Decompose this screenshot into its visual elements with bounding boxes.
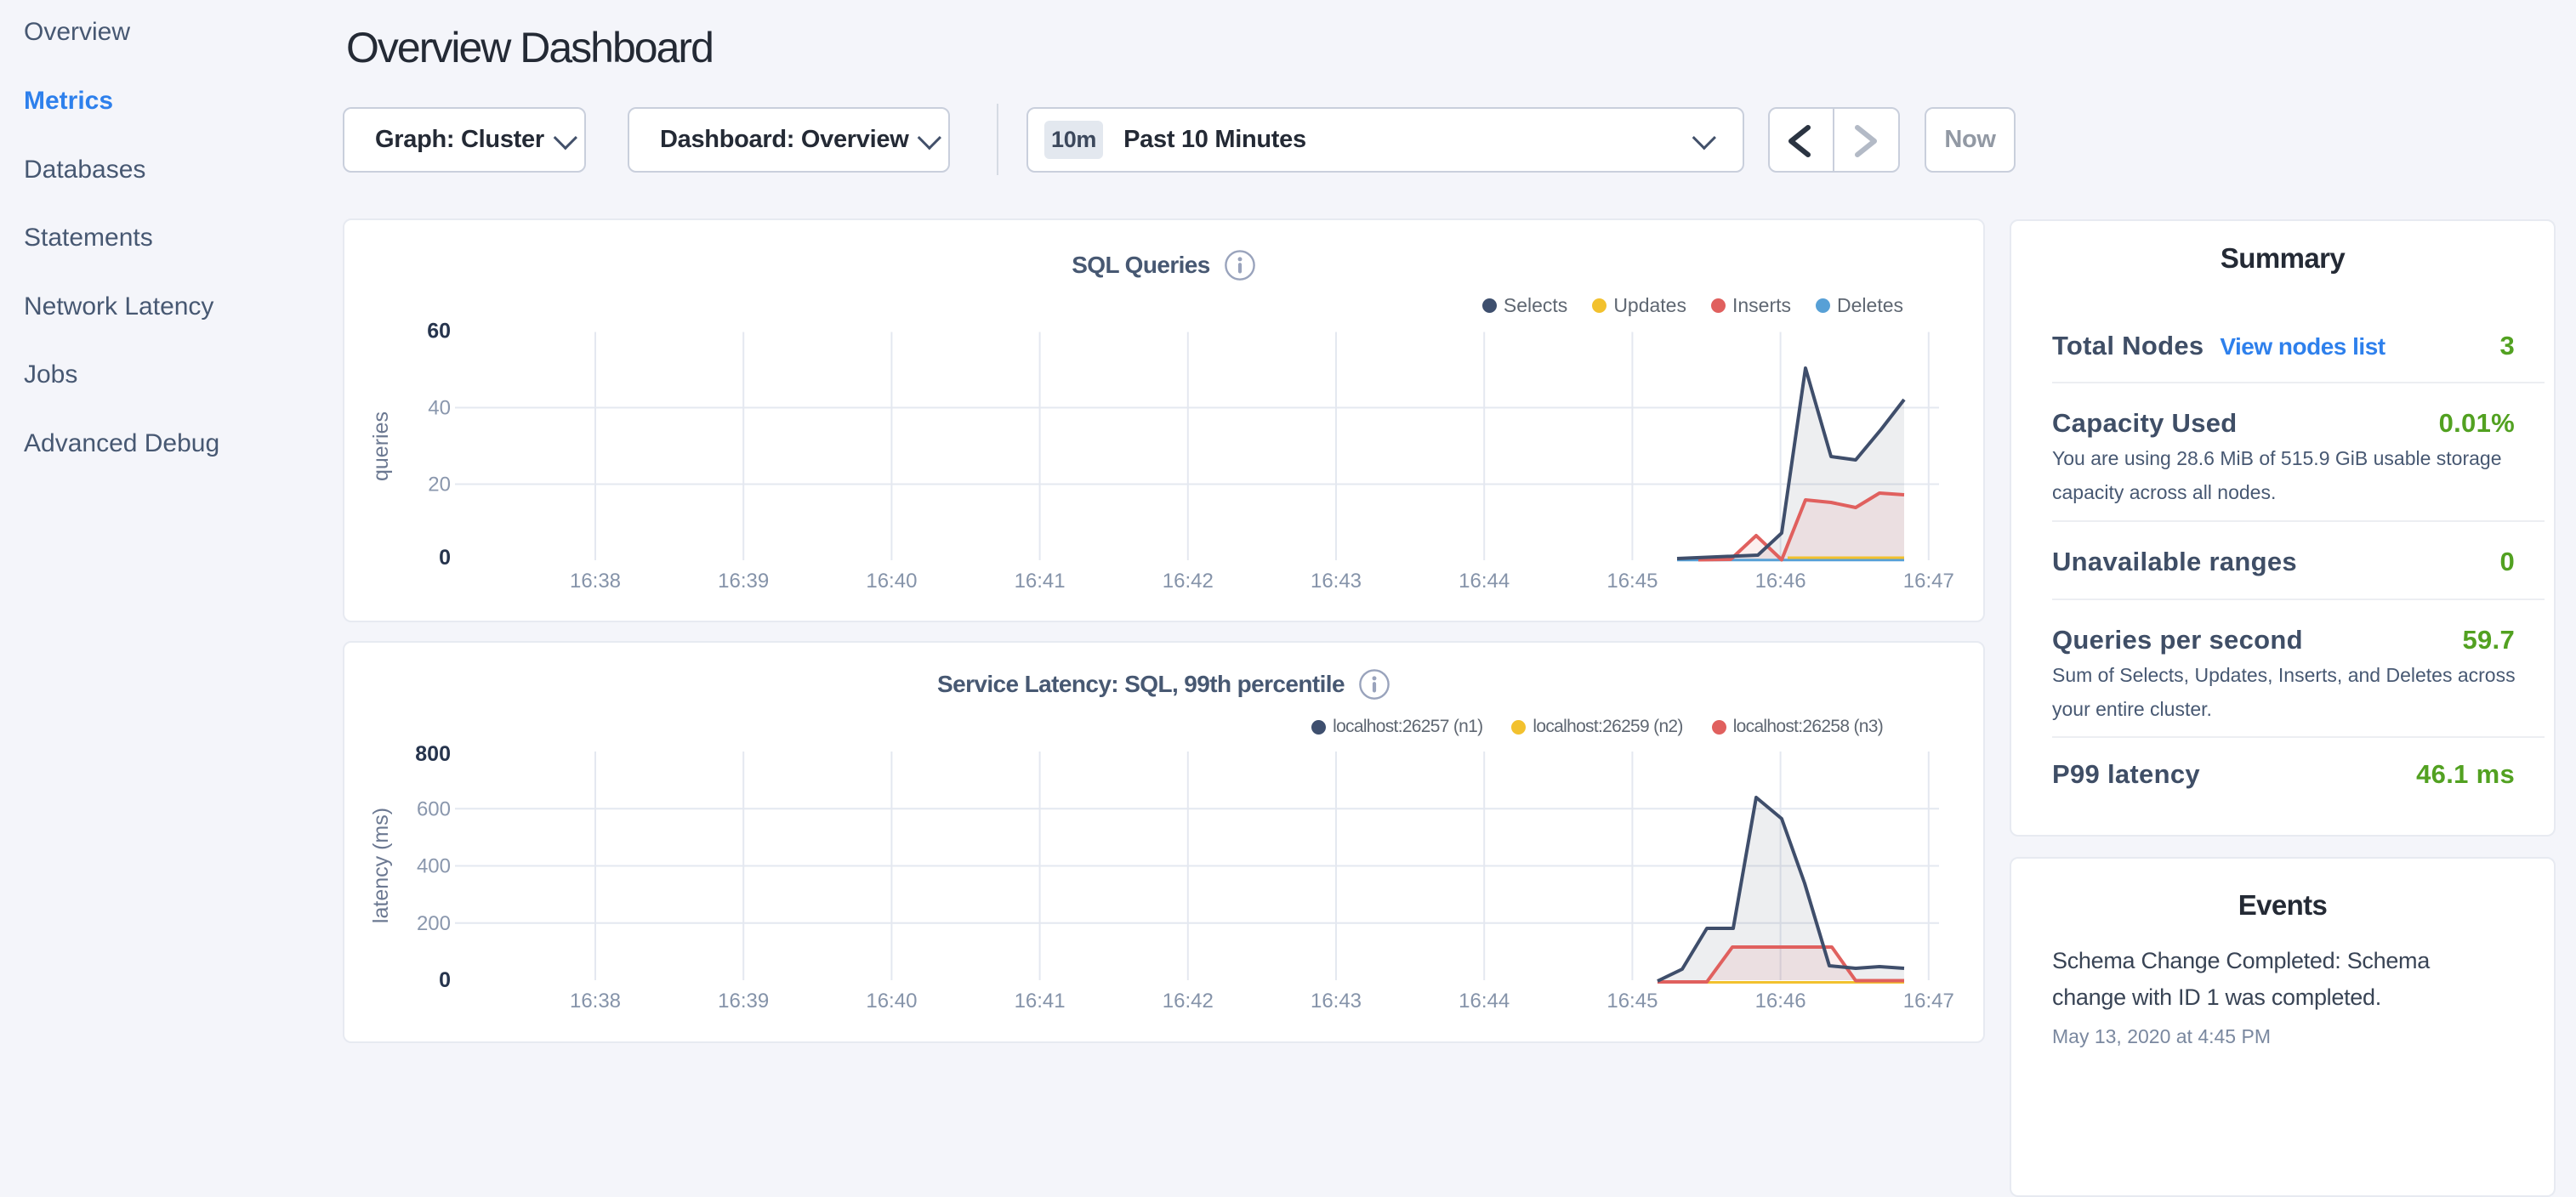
svg-text:40: 40 — [428, 397, 451, 420]
svg-text:16:46: 16:46 — [1755, 990, 1806, 1013]
svg-text:16:40: 16:40 — [866, 990, 917, 1013]
svg-text:20: 20 — [428, 474, 451, 496]
svg-text:16:44: 16:44 — [1459, 570, 1510, 593]
svg-text:16:42: 16:42 — [1163, 570, 1214, 593]
svg-text:16:46: 16:46 — [1755, 570, 1806, 593]
svg-text:16:43: 16:43 — [1311, 570, 1362, 593]
svg-text:16:44: 16:44 — [1459, 990, 1510, 1013]
svg-text:16:47: 16:47 — [1903, 990, 1954, 1013]
svg-text:16:42: 16:42 — [1163, 990, 1214, 1013]
svg-text:16:45: 16:45 — [1606, 990, 1658, 1013]
svg-text:16:38: 16:38 — [570, 990, 621, 1013]
svg-text:60: 60 — [427, 320, 451, 343]
svg-text:16:40: 16:40 — [866, 570, 917, 593]
svg-text:16:45: 16:45 — [1606, 570, 1658, 593]
svg-text:latency (ms): latency (ms) — [369, 808, 393, 923]
svg-text:16:41: 16:41 — [1015, 990, 1066, 1013]
svg-text:0: 0 — [439, 968, 451, 992]
svg-text:16:39: 16:39 — [718, 570, 769, 593]
svg-text:800: 800 — [415, 742, 451, 766]
svg-text:16:43: 16:43 — [1311, 990, 1362, 1013]
svg-text:400: 400 — [417, 855, 451, 878]
svg-text:16:39: 16:39 — [718, 990, 769, 1013]
svg-text:0: 0 — [439, 546, 451, 570]
svg-text:16:38: 16:38 — [570, 570, 621, 593]
svg-text:600: 600 — [417, 797, 451, 820]
svg-text:queries: queries — [369, 411, 393, 481]
svg-text:200: 200 — [417, 912, 451, 935]
svg-text:16:47: 16:47 — [1903, 570, 1954, 593]
svg-text:16:41: 16:41 — [1015, 570, 1066, 593]
